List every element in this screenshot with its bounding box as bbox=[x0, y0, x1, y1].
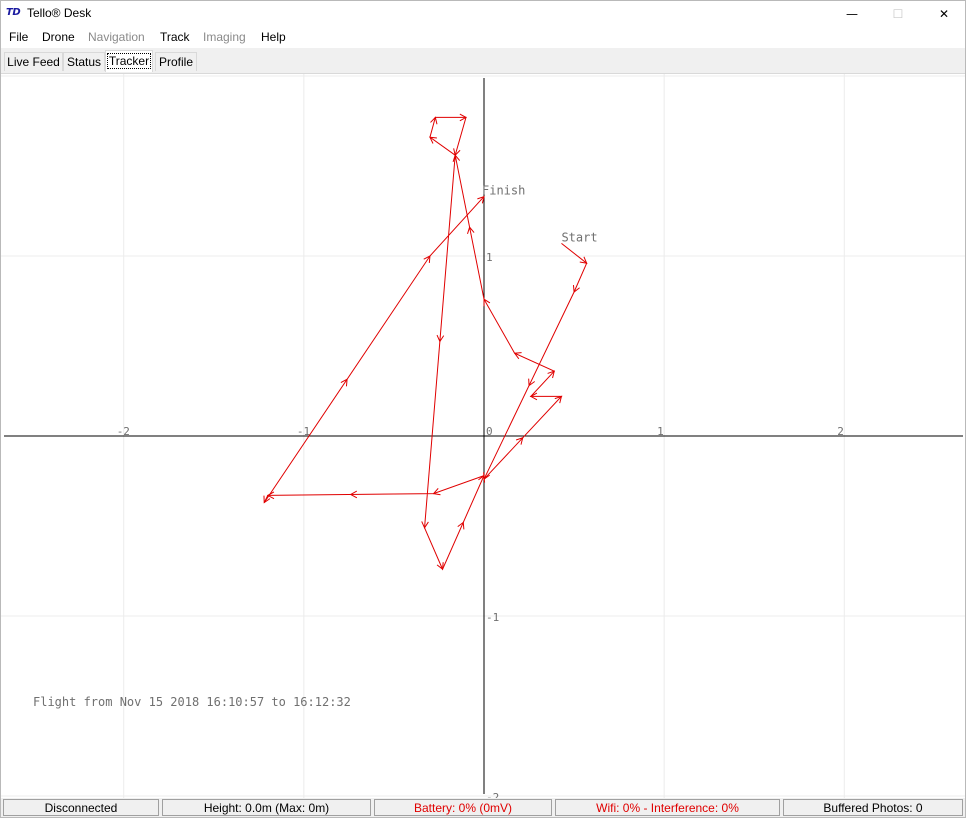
plot-tick-labels: -2 -1 1 2 1 -1 -2 0 bbox=[117, 251, 844, 804]
menu-help[interactable]: Help bbox=[261, 30, 286, 44]
menu-drone[interactable]: Drone bbox=[42, 30, 75, 44]
flight-path-plot: -2 -1 1 2 1 -1 -2 0 Start Finish Flight from No… bbox=[1, 74, 965, 804]
y-tick-label: 1 bbox=[486, 251, 493, 264]
y-tick-label: -2 bbox=[486, 791, 499, 798]
status-bar: Disconnected Height: 0.0m (Max: 0m) Batt… bbox=[1, 798, 965, 817]
close-button[interactable]: ✕ bbox=[921, 1, 965, 27]
menu-navigation[interactable]: Navigation bbox=[88, 30, 145, 44]
tab-live-feed-label: Live Feed bbox=[7, 55, 60, 69]
battery-status: Battery: 0% (0mV) bbox=[374, 799, 552, 816]
buffered-photos-status: Buffered Photos: 0 bbox=[783, 799, 963, 816]
connection-status: Disconnected bbox=[3, 799, 159, 816]
wifi-status: Wifi: 0% - Interference: 0% bbox=[555, 799, 780, 816]
tab-profile-label: Profile bbox=[158, 55, 193, 69]
direction-arrow bbox=[340, 378, 348, 387]
direction-arrow bbox=[423, 255, 431, 264]
x-tick-label: -1 bbox=[297, 425, 310, 438]
menu-bar: File Drone Navigation Track Imaging Help bbox=[1, 28, 965, 48]
tab-status-label: Status bbox=[66, 55, 102, 69]
tab-strip: Live Feed Status Tracker Profile bbox=[1, 48, 965, 74]
menu-track[interactable]: Track bbox=[160, 30, 190, 44]
finish-label: Finish bbox=[482, 184, 525, 198]
x-tick-label: -2 bbox=[117, 425, 130, 438]
flight-path bbox=[263, 113, 588, 571]
flight-path-line bbox=[263, 116, 588, 571]
app-window: TD Tello® Desk — ☐ ✕ File Drone Navigati… bbox=[0, 0, 966, 818]
flight-caption: Flight from Nov 15 2018 16:10:57 to 16:1… bbox=[33, 695, 351, 709]
y-tick-label: -1 bbox=[486, 611, 499, 624]
tab-profile[interactable]: Profile bbox=[155, 52, 197, 71]
app-logo-icon: TD bbox=[6, 7, 21, 18]
start-label: Start bbox=[561, 230, 597, 244]
title-bar[interactable]: TD Tello® Desk — ☐ ✕ bbox=[1, 1, 965, 27]
menu-file[interactable]: File bbox=[9, 30, 28, 44]
window-title: Tello® Desk bbox=[27, 6, 92, 20]
x-tick-label: 2 bbox=[837, 425, 844, 438]
tab-status[interactable]: Status bbox=[63, 52, 105, 71]
tracker-canvas[interactable]: -2 -1 1 2 1 -1 -2 0 Start Finish Flight from No… bbox=[1, 74, 965, 804]
minimize-button[interactable]: — bbox=[829, 1, 875, 27]
tab-tracker-label: Tracker bbox=[106, 53, 152, 69]
tab-tracker[interactable]: Tracker bbox=[105, 50, 153, 72]
origin-tick-label: 0 bbox=[486, 425, 493, 438]
maximize-button[interactable]: ☐ bbox=[875, 1, 921, 27]
x-tick-label: 1 bbox=[657, 425, 664, 438]
tab-live-feed[interactable]: Live Feed bbox=[4, 52, 63, 71]
height-status: Height: 0.0m (Max: 0m) bbox=[162, 799, 371, 816]
menu-imaging[interactable]: Imaging bbox=[203, 30, 246, 44]
